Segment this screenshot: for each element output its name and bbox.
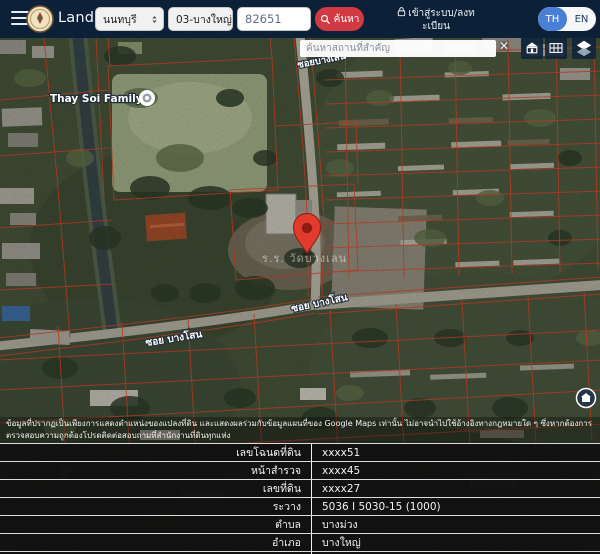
poi-marker[interactable] xyxy=(139,90,155,106)
row-value: xxxx45 xyxy=(312,462,360,479)
place-badge-icon[interactable] xyxy=(577,389,596,408)
top-bar: LandsMaps นนทบุรี 03-บางใหญ่ ค้นหา เข้าส xyxy=(0,0,600,38)
dol-logo xyxy=(26,5,54,33)
language-toggle: TH EN xyxy=(538,7,596,31)
parcel-info-table: เลขโฉนดที่ดิน xxxx51 หน้าสำรวจ xxxx45 เล… xyxy=(0,443,600,554)
table-row: เลขโฉนดที่ดิน xxxx51 xyxy=(0,443,600,461)
lang-en-button[interactable]: EN xyxy=(567,7,596,31)
row-label: ตำบล xyxy=(0,516,312,533)
row-value: xxxx27 xyxy=(312,480,360,497)
row-label: หน้าสำรวจ xyxy=(0,462,312,479)
row-value: บางใหญ่ xyxy=(312,534,361,551)
table-row: อำเภอ บางใหญ่ xyxy=(0,533,600,551)
landsmaps-app: ซอยบางเลน ซอย บางโสน ซอย บางโสน Thay Soi… xyxy=(0,0,600,554)
row-value: บางม่วง xyxy=(312,516,358,533)
row-label: เลขโฉนดที่ดิน xyxy=(0,444,312,461)
lang-th-button[interactable]: TH xyxy=(538,7,567,31)
select-stepper-icon xyxy=(150,13,159,26)
search-button[interactable]: ค้นหา xyxy=(315,7,364,31)
grid-layer-icon[interactable] xyxy=(545,37,567,59)
province-select[interactable]: นนทบุรี xyxy=(95,7,164,31)
row-label: ระวาง xyxy=(0,498,312,515)
table-row: ตำบล บางม่วง xyxy=(0,515,600,533)
table-row: หน้าสำรวจ xxxx45 xyxy=(0,461,600,479)
parcel-number-input[interactable] xyxy=(237,7,311,31)
district-select[interactable]: 03-บางใหญ่ xyxy=(168,7,233,31)
search-icon xyxy=(320,14,331,25)
land-office-icon[interactable] xyxy=(521,37,543,59)
map-disclaimer: ข้อมูลที่ปรากฏเป็นเพียงการแสดงตำแหน่งของ… xyxy=(0,417,600,443)
table-row: เลขที่ดิน xxxx27 xyxy=(0,479,600,497)
row-label: เลขที่ดิน xyxy=(0,480,312,497)
poi-label: Thay Soi Family xyxy=(50,93,143,105)
row-value: xxxx51 xyxy=(312,444,360,461)
login-link[interactable]: เข้าสู่ระบบ/ลงทะเบียน xyxy=(396,6,476,33)
row-value: 5036 I 5030-15 (1000) xyxy=(312,498,441,515)
close-icon[interactable]: ✕ xyxy=(499,39,509,53)
layers-icon[interactable] xyxy=(572,37,596,59)
row-label: อำเภอ xyxy=(0,534,312,551)
lock-icon xyxy=(397,6,406,17)
map-search-input[interactable] xyxy=(300,40,496,57)
table-row: ระวาง 5036 I 5030-15 (1000) xyxy=(0,497,600,515)
